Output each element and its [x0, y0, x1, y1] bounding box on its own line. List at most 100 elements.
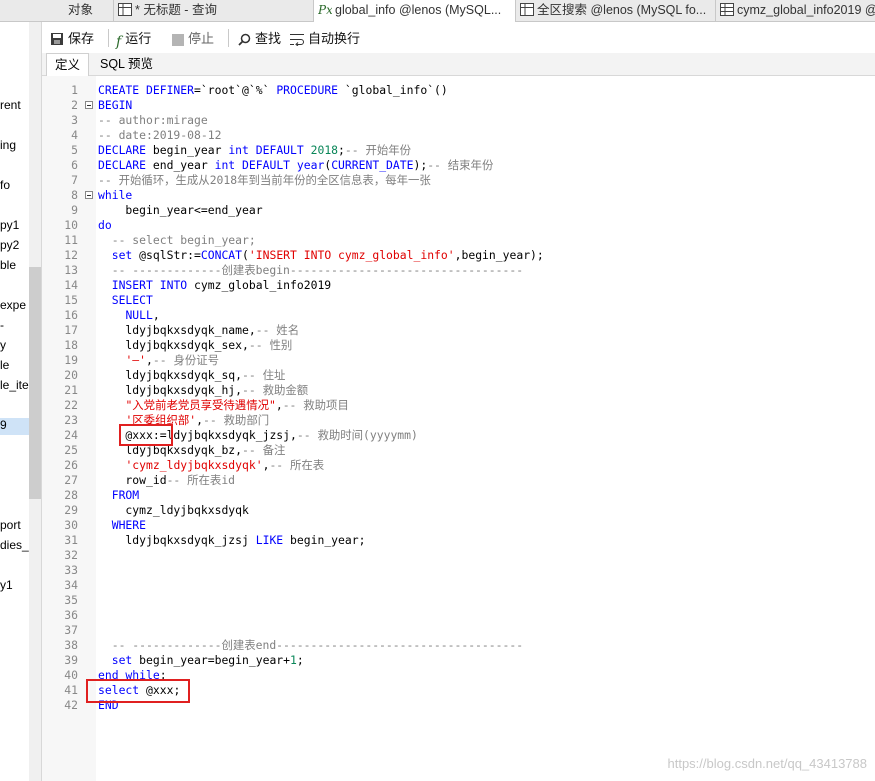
sidebar-item[interactable]: 9 [0, 418, 29, 435]
code-line[interactable]: 12 set @sqlStr:=CONCAT('INSERT INTO cymz… [42, 248, 875, 263]
code-line[interactable]: 38 -- -------------创建表end---------------… [42, 638, 875, 653]
code-token: ldyjbqkxsdyqk_name, [98, 323, 256, 337]
save-button[interactable]: 保存 [50, 30, 94, 47]
code-line[interactable]: 33 [42, 563, 875, 578]
fold-toggle-icon[interactable] [85, 191, 93, 199]
code-line[interactable]: 21 ldyjbqkxsdyqk_hj,-- 救助金额 [42, 383, 875, 398]
code-token: CREATE DEFINER [98, 83, 195, 97]
code-line[interactable]: 29 cymz_ldyjbqkxsdyqk [42, 503, 875, 518]
code-line[interactable]: 8 while [42, 188, 875, 203]
line-number: 7 [71, 173, 78, 187]
code-line[interactable]: 4 -- date:2019-08-12 [42, 128, 875, 143]
code-text: WHERE [98, 518, 146, 533]
tab-definition[interactable]: 定义 [46, 53, 90, 76]
code-token: @sqlStr:= [132, 248, 201, 262]
code-editor[interactable]: 1 CREATE DEFINER=`root`@`%` PROCEDURE `gl… [42, 76, 875, 781]
tab-sql-preview[interactable]: SQL 预览 [92, 53, 161, 75]
code-line[interactable]: 14 INSERT INTO cymz_global_info2019 [42, 278, 875, 293]
code-line[interactable]: 36 [42, 608, 875, 623]
sidebar-item[interactable]: y1 [0, 578, 13, 592]
sidebar-item[interactable]: ble [0, 258, 16, 272]
sidebar-item[interactable]: py2 [0, 238, 19, 252]
line-number: 5 [71, 143, 78, 157]
code-line[interactable]: 15 SELECT [42, 293, 875, 308]
code-line[interactable]: 10 do [42, 218, 875, 233]
code-token: LIKE [255, 533, 284, 547]
sidebar-item[interactable]: expe [0, 298, 26, 312]
line-number: 37 [64, 623, 78, 637]
run-button[interactable]: f 运行 [116, 30, 151, 50]
code-line[interactable]: 39 set begin_year=begin_year+1; [42, 653, 875, 668]
function-run-icon: f [116, 34, 122, 50]
code-line[interactable]: 32 [42, 548, 875, 563]
code-text: NULL, [98, 308, 159, 323]
line-number: 6 [71, 158, 78, 172]
code-line[interactable]: 34 [42, 578, 875, 593]
toolbar-divider [228, 29, 229, 47]
line-number: 20 [64, 368, 78, 382]
code-token: begin_year; [283, 533, 366, 547]
code-line[interactable]: 5 DECLARE begin_year int DEFAULT 2018;-- … [42, 143, 875, 158]
code-line[interactable]: 27 row_id-- 所在表id [42, 473, 875, 488]
sidebar-item[interactable]: fo [0, 178, 10, 192]
code-token: -- 住址 [242, 368, 286, 382]
code-line[interactable]: 7 -- 开始循环，生成从2018年到当前年份的全区信息表，每年一张 [42, 173, 875, 188]
sidebar-item[interactable]: rent [0, 98, 21, 112]
sidebar-item[interactable]: - [0, 318, 4, 332]
sidebar-item[interactable]: dies_ [0, 538, 29, 552]
sidebar-item[interactable]: py1 [0, 218, 19, 232]
sidebar-item[interactable]: le_ite [0, 378, 29, 392]
code-token: -- author:mirage [98, 113, 208, 127]
stop-button[interactable]: 停止 [172, 30, 214, 47]
sidebar-item[interactable]: ing [0, 138, 16, 152]
code-line[interactable]: 37 [42, 623, 875, 638]
line-number: 21 [64, 383, 78, 397]
line-number: 8 [71, 188, 78, 202]
code-line[interactable]: 9 begin_year<=end_year [42, 203, 875, 218]
code-token: ldyjbqkxsdyqk_sq, [98, 368, 243, 382]
sidebar-item[interactable]: port [0, 518, 21, 532]
code-line[interactable]: 13 -- -------------创建表begin-------------… [42, 263, 875, 278]
code-line[interactable]: 30 WHERE [42, 518, 875, 533]
line-number: 2 [71, 98, 78, 112]
code-line[interactable]: 19 '—',-- 身份证号 [42, 353, 875, 368]
word-wrap-button[interactable]: 自动换行 [290, 30, 360, 47]
find-button[interactable]: 查找 [238, 30, 281, 47]
code-token: `global_info`() [338, 83, 448, 97]
code-line[interactable]: 6 DECLARE end_year int DEFAULT year(CURRE… [42, 158, 875, 173]
code-line[interactable]: 28 FROM [42, 488, 875, 503]
code-line[interactable]: 22 "入党前老党员享受待遇情况",-- 救助项目 [42, 398, 875, 413]
code-text: -- -------------创建表end------------------… [98, 638, 523, 653]
editor-toolbar: 保存 f 运行 停止 查找 自动换行 [42, 22, 875, 53]
code-line[interactable]: 16 NULL, [42, 308, 875, 323]
code-line[interactable]: 3 -- author:mirage [42, 113, 875, 128]
line-number: 35 [64, 593, 78, 607]
sidebar-item[interactable]: y [0, 338, 6, 352]
code-text: -- -------------创建表begin----------------… [98, 263, 523, 278]
code-line[interactable]: 2 BEGIN [42, 98, 875, 113]
tab-untitled-query[interactable]: * 无标题 - 查询 [114, 0, 314, 21]
sidebar-scrollbar-thumb[interactable] [29, 267, 41, 499]
code-line[interactable]: 17 ldyjbqkxsdyqk_name,-- 姓名 [42, 323, 875, 338]
code-token: -- 所在表 [269, 458, 325, 472]
code-line[interactable]: 1 CREATE DEFINER=`root`@`%` PROCEDURE `gl… [42, 83, 875, 98]
tab-global-search[interactable]: 全区搜索 @lenos (MySQL fo... [516, 0, 716, 21]
tab-global-info-procedure[interactable]: Px global_info @lenos (MySQL... [314, 0, 516, 22]
word-wrap-icon [290, 34, 304, 46]
code-token: CONCAT [200, 248, 243, 262]
code-token: NULL [125, 308, 153, 322]
code-line[interactable]: 11 -- select begin_year; [42, 233, 875, 248]
code-text: ldyjbqkxsdyqk_sq,-- 住址 [98, 368, 285, 383]
sidebar-item[interactable]: le [0, 358, 9, 372]
code-line[interactable]: 31 ldyjbqkxsdyqk_jzsj LIKE begin_year; [42, 533, 875, 548]
code-line[interactable]: 26 'cymz_ldyjbqkxsdyqk',-- 所在表 [42, 458, 875, 473]
fold-toggle-icon[interactable] [85, 101, 93, 109]
tab-cymz-global-info2019[interactable]: cymz_global_info2019 @ [716, 0, 875, 21]
code-line[interactable]: 18 ldyjbqkxsdyqk_sex,-- 性别 [42, 338, 875, 353]
code-token: -- -------------创建表end------------------… [98, 638, 524, 652]
code-line[interactable]: 20 ldyjbqkxsdyqk_sq,-- 住址 [42, 368, 875, 383]
tab-objects[interactable]: 对象 [0, 0, 114, 21]
svg-text:Px: Px [318, 3, 332, 16]
code-line[interactable]: 35 [42, 593, 875, 608]
definition-subtabs: 定义 SQL 预览 [42, 53, 875, 76]
